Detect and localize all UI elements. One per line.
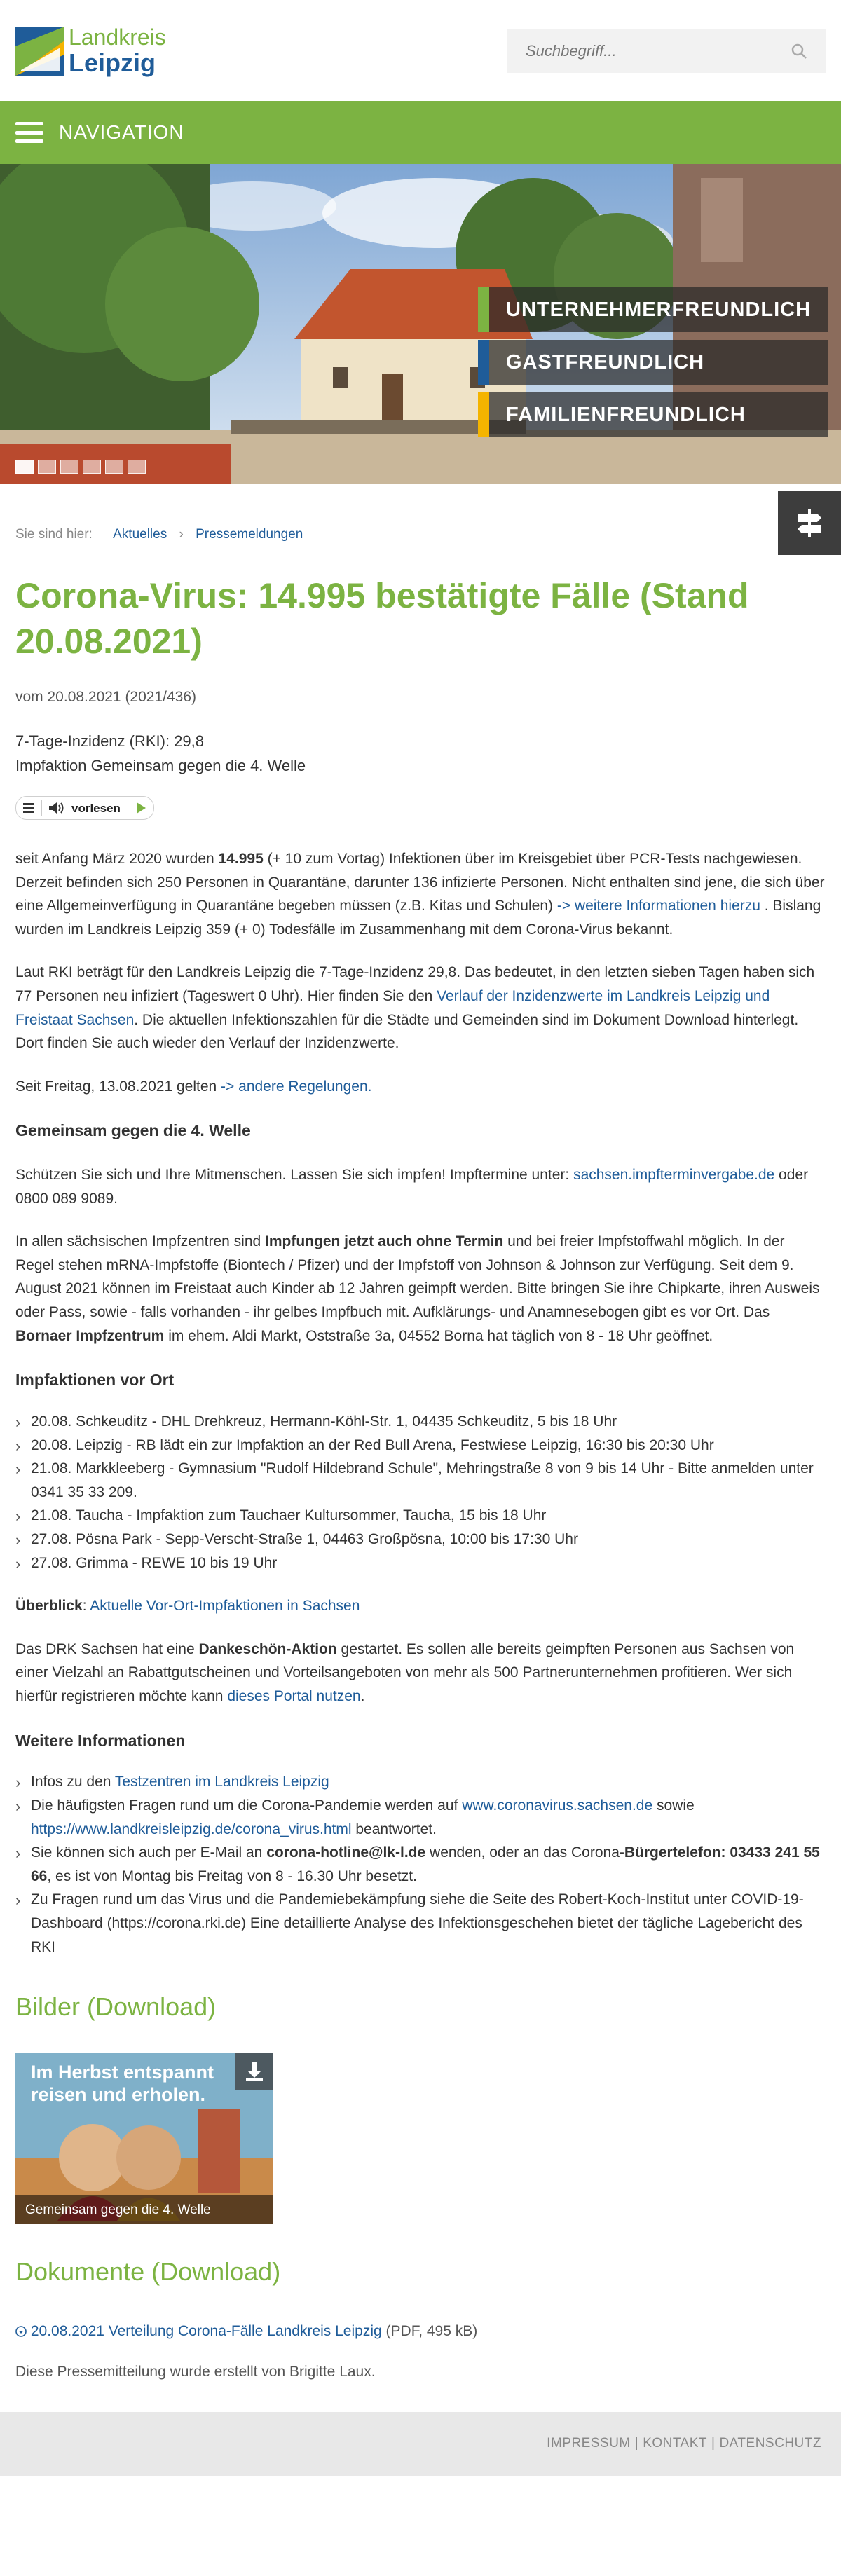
heading-weitere-informationen: Weitere Informationen xyxy=(15,1731,186,1750)
article-date: vom 20.08.2021 (2021/436) xyxy=(15,689,197,706)
play-icon[interactable] xyxy=(135,802,146,814)
main-content: Sie sind hier: Aktuelles › Pressemeldung… xyxy=(0,524,841,2384)
signpost-icon xyxy=(798,509,821,537)
footer-link-kontakt[interactable]: KONTAKT xyxy=(643,2433,707,2454)
link-vor-ort-impfaktionen[interactable]: Aktuelle Vor-Ort-Impfaktionen in Sachsen xyxy=(90,1598,360,1614)
paragraph-impfzentren: In allen sächsischen Impfzentren sind Im… xyxy=(15,1233,820,1344)
footer-link-datenschutz[interactable]: DATENSCHUTZ xyxy=(719,2433,821,2454)
read-aloud-label[interactable]: vorlesen xyxy=(71,799,121,818)
page-title: Corona-Virus: 14.995 bestätigte Fälle (S… xyxy=(15,576,749,662)
document-link-row: 20.08.2021 Verteilung Corona-Fälle Landk… xyxy=(15,2320,826,2343)
link-impfterminvergabe[interactable]: sachsen.impfterminvergabe.de xyxy=(573,1167,774,1183)
link-testzentren[interactable]: Testzentren im Landkreis Leipzig xyxy=(115,1774,329,1790)
search-icon[interactable] xyxy=(791,43,807,60)
vor-ort-list: 20.08. Schkeuditz - DHL Drehkreuz, Herma… xyxy=(15,1410,826,1575)
sidebar-toggle-button[interactable] xyxy=(778,491,841,555)
paragraph-regulations: Seit Freitag, 13.08.2021 gelten -> ander… xyxy=(15,1078,372,1095)
document-link[interactable]: 20.08.2021 Verteilung Corona-Fälle Landk… xyxy=(31,2323,382,2339)
read-aloud-widget[interactable]: vorlesen xyxy=(15,796,154,821)
navigation-label: NAVIGATION xyxy=(59,121,184,143)
slogan-gastfreundlich: GASTFREUNDLICH xyxy=(478,340,828,385)
link-andere-regelungen[interactable]: -> andere Regelungen. xyxy=(221,1078,371,1095)
paragraph-incidence: Laut RKI beträgt für den Landkreis Leipz… xyxy=(15,964,815,1052)
paragraph-ueberblick: Überblick: Aktuelle Vor-Ort-Impfaktionen… xyxy=(15,1598,360,1615)
logo-mark-icon xyxy=(15,27,64,76)
slider-dot[interactable] xyxy=(83,460,101,474)
list-item: 21.08. Markkleeberg - Gymnasium "Rudolf … xyxy=(15,1457,826,1504)
link-portal[interactable]: dieses Portal nutzen xyxy=(227,1688,360,1704)
article-author: Diese Pressemitteilung wurde erstellt vo… xyxy=(15,2363,376,2380)
breadcrumb: Sie sind hier: Aktuelles › Pressemeldung… xyxy=(15,524,826,545)
download-icon[interactable] xyxy=(235,2052,273,2090)
article-lead: 7-Tage-Inzidenz (RKI): 29,8 Impfaktion G… xyxy=(15,729,826,778)
document-size: (PDF, 495 kB) xyxy=(381,2323,478,2340)
slider-pagination xyxy=(15,460,146,474)
list-item: 20.08. Schkeuditz - DHL Drehkreuz, Herma… xyxy=(15,1410,826,1434)
breadcrumb-link-aktuelles[interactable]: Aktuelles xyxy=(113,527,167,542)
paragraph-case-count: seit Anfang März 2020 wurden 14.995 (+ 1… xyxy=(15,850,825,938)
slogan-familienfreundlich: FAMILIENFREUNDLICH xyxy=(478,392,828,437)
search-input[interactable] xyxy=(526,42,791,60)
list-item: 27.08. Grimma - REWE 10 bis 19 Uhr xyxy=(15,1551,826,1576)
image-headline: Im Herbst entspannt reisen und erholen. xyxy=(31,2061,214,2106)
heading-bilder: Bilder (Download) xyxy=(15,1992,217,2022)
list-item: 27.08. Pösna Park - Sepp-Verscht-Straße … xyxy=(15,1528,826,1552)
list-item: Sie können sich auch per E-Mail an coron… xyxy=(15,1841,826,1888)
speaker-icon xyxy=(49,802,64,814)
lead-campaign: Impfaktion Gemeinsam gegen die 4. Welle xyxy=(15,757,306,775)
menu-icon[interactable] xyxy=(23,803,34,814)
slider-dot[interactable] xyxy=(15,460,34,474)
slider-dot[interactable] xyxy=(38,460,56,474)
footer-link-impressum[interactable]: IMPRESSUM xyxy=(547,2433,631,2454)
download-circle-icon xyxy=(15,2326,27,2338)
paragraph-drk: Das DRK Sachsen hat eine Dankeschön-Akti… xyxy=(15,1640,795,1704)
navigation-bar[interactable]: NAVIGATION xyxy=(0,101,841,164)
logo-line-2: Leipzig xyxy=(69,48,156,77)
link-landkreis-corona[interactable]: https://www.landkreisleipzig.de/corona_v… xyxy=(31,1821,352,1837)
logo-line-1: Landkreis xyxy=(69,25,166,50)
breadcrumb-prefix: Sie sind hier: xyxy=(15,527,93,542)
heading-impfaktionen-vor-ort: Impfaktionen vor Ort xyxy=(15,1371,175,1390)
site-footer: IMPRESSUM | KONTAKT | DATENSCHUTZ xyxy=(0,2411,841,2476)
slogan-unternehmerfreundlich: UNTERNEHMERFREUNDLICH xyxy=(478,287,828,332)
heading-dokumente: Dokumente (Download) xyxy=(15,2256,281,2286)
weitere-info-list: Infos zu den Testzentren im Landkreis Le… xyxy=(15,1770,826,1959)
site-header: Landkreis Leipzig xyxy=(0,0,841,101)
gallery-image[interactable]: Im Herbst entspannt reisen und erholen. … xyxy=(15,2052,273,2224)
menu-icon[interactable] xyxy=(15,122,43,143)
hero-slogans: UNTERNEHMERFREUNDLICH GASTFREUNDLICH FAM… xyxy=(478,287,828,445)
list-item: 21.08. Taucha - Impfaktion zum Tauchaer … xyxy=(15,1504,826,1528)
slider-dot[interactable] xyxy=(105,460,123,474)
list-item: Infos zu den Testzentren im Landkreis Le… xyxy=(15,1770,826,1795)
breadcrumb-link-pressemeldungen[interactable]: Pressemeldungen xyxy=(196,527,303,542)
site-logo[interactable]: Landkreis Leipzig xyxy=(15,22,177,80)
slider-dot[interactable] xyxy=(60,460,78,474)
breadcrumb-separator-icon: › xyxy=(179,527,184,542)
list-item: Die häufigsten Fragen rund um die Corona… xyxy=(15,1794,826,1841)
link-coronavirus-sachsen[interactable]: www.coronavirus.sachsen.de xyxy=(462,1797,652,1814)
search-box xyxy=(507,29,826,73)
image-caption: Gemeinsam gegen die 4. Welle xyxy=(15,2195,273,2224)
list-item: Zu Fragen rund um das Virus und die Pand… xyxy=(15,1888,826,1959)
heading-gemeinsam: Gemeinsam gegen die 4. Welle xyxy=(15,1121,251,1140)
list-item: 20.08. Leipzig - RB lädt ein zur Impfakt… xyxy=(15,1434,826,1458)
lead-incidence: 7-Tage-Inzidenz (RKI): 29,8 xyxy=(15,732,205,750)
paragraph-impftermine: Schützen Sie sich und Ihre Mitmenschen. … xyxy=(15,1167,809,1207)
slider-dot[interactable] xyxy=(128,460,146,474)
hero-slider: UNTERNEHMERFREUNDLICH GASTFREUNDLICH FAM… xyxy=(0,164,841,484)
link-weitere-informationen[interactable]: -> weitere Informationen hierzu xyxy=(557,898,760,914)
